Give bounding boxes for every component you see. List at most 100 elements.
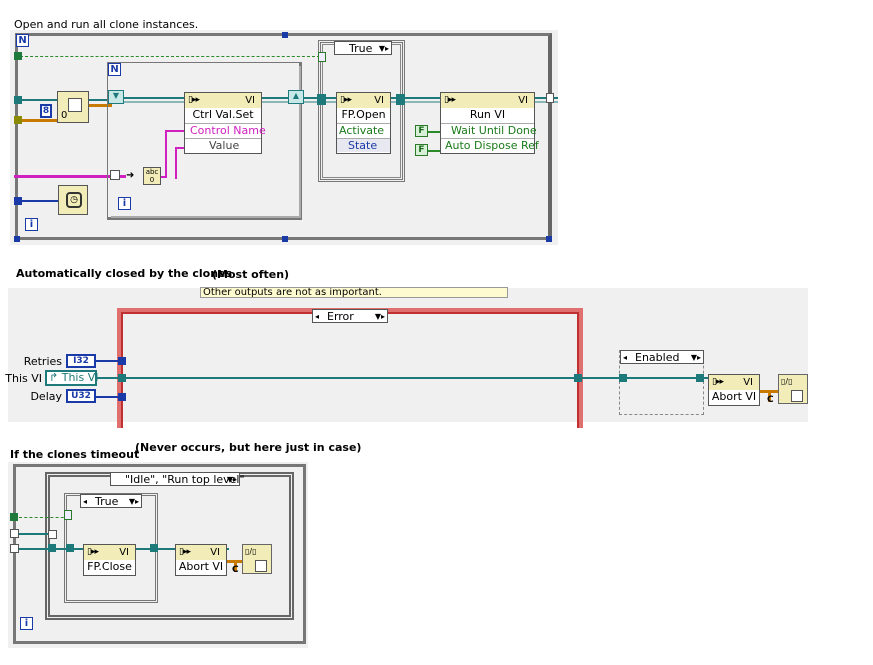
this-vi-label: This VI [5, 372, 42, 385]
caption-bottom: If the clones timeout [10, 448, 140, 461]
tunnel [696, 374, 704, 382]
tunnel [118, 393, 126, 401]
method-name: Abort VI [709, 390, 759, 404]
document-icon [255, 560, 267, 572]
tunnel [48, 530, 57, 539]
case-selector-terminal [318, 52, 326, 62]
param-value: Value [185, 138, 261, 152]
tunnel [10, 529, 19, 538]
method-name: Run VI [441, 108, 534, 122]
vi-class-label: VI [119, 547, 129, 558]
outer-loop-iteration-terminal: i [25, 218, 38, 231]
param-control-name: Control Name [185, 123, 266, 137]
case-selector-enabled[interactable]: ◂ Enabled ▼▸ [620, 350, 704, 364]
invoke-node-icon: ▯▸▸ [340, 95, 352, 105]
frame-mark [282, 236, 288, 242]
chevron-down-icon: ▼▸ [226, 475, 237, 484]
comment-note: Other outputs are not as important. [200, 287, 508, 298]
chevron-down-icon: ▼▸ [690, 353, 701, 362]
case-selector-label: Error [327, 310, 354, 323]
tunnel [110, 170, 120, 180]
vi-class-label: VI [374, 95, 384, 106]
param-auto-dispose-ref: Auto Dispose Ref [441, 138, 539, 152]
tunnel [118, 374, 126, 382]
case-selector-idle[interactable]: "Idle", "Run top level" ▼▸ [110, 472, 245, 486]
ctrl-val-set-node: ▯▸▸ VI Ctrl Val.Set Control Name Value [184, 92, 266, 154]
tunnel [14, 96, 22, 104]
reference-wire [19, 533, 49, 535]
method-name: Abort VI [176, 560, 226, 574]
grid-icon [68, 98, 82, 112]
vi-class-label: VI [245, 95, 255, 106]
numeric-wire [96, 396, 120, 398]
vi-ref-icon: ↱ [49, 371, 59, 384]
tunnel [546, 93, 554, 103]
error-case-inner [121, 312, 579, 428]
case-selector-true-bottom[interactable]: ◂ True ▼▸ [80, 494, 142, 508]
numeric-constant: 0 [61, 110, 68, 121]
abc-icon: abc 0 [145, 168, 159, 184]
invoke-node-icon: ▯▸▸ [179, 547, 191, 557]
bottom-loop-iteration-terminal: i [20, 617, 33, 630]
param-state: State [337, 138, 390, 152]
chevron-left-icon: ◂ [315, 312, 320, 321]
tunnel [619, 374, 627, 382]
shift-register-right-icon: ▲ [288, 90, 304, 104]
case-selector-label: True [95, 495, 119, 508]
abort-vi-node: ▯▸▸ VI Abort VI [708, 374, 760, 406]
abort-vi-node-bottom: ▯▸▸ VI Abort VI [175, 544, 227, 576]
numeric-wire [96, 360, 120, 362]
close-ref-icon: ▯/▯ [781, 377, 793, 386]
close-ref-icon: ▯/▯ [245, 547, 257, 556]
frame-mark [14, 236, 20, 242]
delay-control[interactable]: U32 [66, 389, 96, 403]
case-selector-terminal [64, 510, 72, 520]
frame-mark [546, 236, 552, 242]
invoke-node-icon: ▯▸▸ [444, 95, 456, 105]
vi-class-label: VI [743, 377, 753, 388]
tunnel [317, 94, 326, 105]
false-constant: F [415, 144, 428, 156]
this-vi-reference[interactable]: ↱ This VI [45, 370, 99, 386]
tunnel [48, 544, 56, 552]
tunnel [10, 544, 19, 553]
case-selector[interactable]: True ▼▸ [334, 41, 392, 55]
retries-control[interactable]: I32 [66, 354, 96, 368]
invoke-node-icon: ▯▸▸ [188, 95, 200, 105]
caption-middle: Automatically closed by the clones [16, 267, 233, 280]
tunnel [14, 52, 22, 60]
tunnel [10, 513, 18, 521]
case-selector-error[interactable]: ◂ Error ▼▸ [312, 309, 388, 323]
close-reference-node-bottom: ▯/▯ [242, 544, 272, 574]
c-icon: C [232, 565, 239, 575]
invoke-node-icon: ▯▸▸ [712, 377, 724, 387]
c-icon: C [767, 395, 774, 405]
outer-loop-count-terminal: N [16, 34, 29, 47]
boolean-wire [20, 56, 320, 57]
fp-close-node: ▯▸▸ VI FP.Close [83, 544, 136, 576]
case-selector-label: True [349, 42, 373, 55]
case-selector-label: Enabled [635, 351, 680, 364]
inner-loop-count-terminal: N [108, 63, 121, 76]
param-activate: Activate [337, 123, 390, 137]
run-vi-node: ▯▸▸ VI Run VI Wait Until Done Auto Dispos… [440, 92, 539, 154]
boolean-wire [19, 517, 69, 518]
tunnel [118, 357, 126, 365]
method-name: Ctrl Val.Set [185, 108, 261, 122]
format-into-string-node: abc 0 [143, 167, 161, 185]
chevron-left-icon: ◂ [623, 353, 628, 362]
tunnel [14, 116, 22, 124]
chevron-left-icon: ◂ [83, 497, 88, 506]
invoke-node-icon: ▯▸▸ [87, 547, 99, 557]
inner-loop-iteration-terminal: i [118, 197, 131, 210]
chevron-down-icon: ▼▸ [378, 44, 389, 53]
frame-mark [282, 32, 288, 38]
chevron-down-icon: ▼▸ [128, 497, 139, 506]
fp-open-node: ▯▸▸ VI FP.Open Activate State [336, 92, 391, 154]
vi-class-label: VI [210, 547, 220, 558]
tunnel [66, 544, 74, 552]
shift-register-left-icon: ▼ [108, 90, 124, 104]
retries-label: Retries [23, 355, 62, 368]
this-vi-value: This VI [61, 371, 99, 384]
chevron-down-icon: ▼▸ [374, 312, 385, 321]
